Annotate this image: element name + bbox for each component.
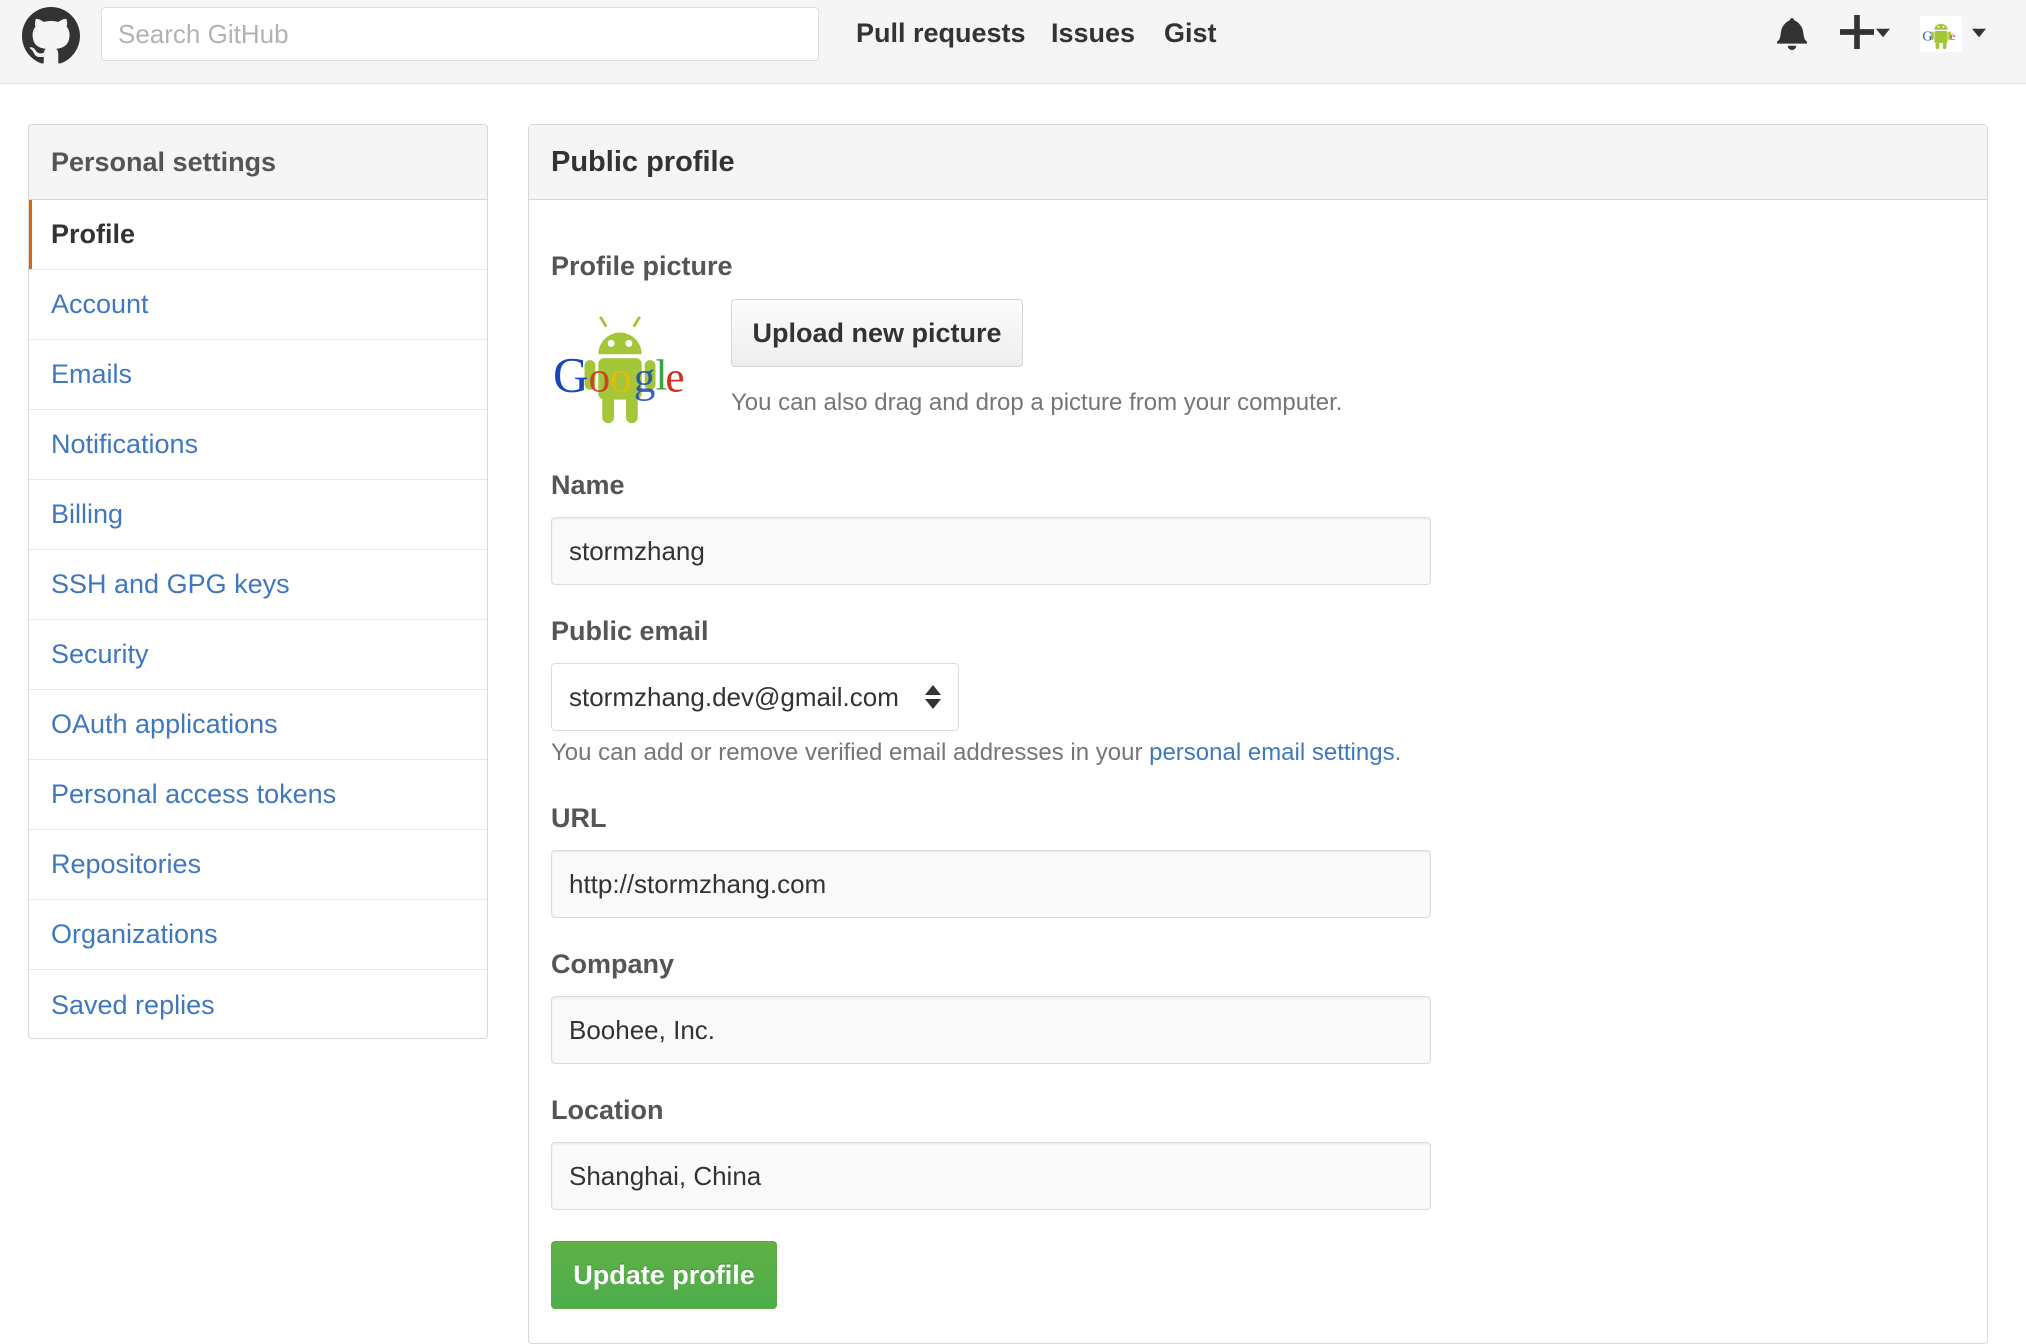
location-field[interactable] [551,1142,1431,1210]
company-label: Company [551,949,675,979]
select-arrows-icon [925,685,941,709]
sidebar-item-account[interactable]: Account [29,270,487,340]
plus-icon[interactable] [1840,14,1874,50]
drag-drop-note: You can also drag and drop a picture fro… [731,389,1343,416]
url-label: URL [551,803,607,833]
email-note-period: . [1394,739,1402,766]
search-input[interactable] [101,7,819,61]
upload-new-picture-button[interactable]: Upload new picture [731,299,1023,367]
sidebar-item-saved-replies[interactable]: Saved replies [29,970,487,1038]
avatar[interactable]: G e [1920,16,1962,52]
public-email-selected: stormzhang.dev@gmail.com [569,681,899,712]
sidebar-item-ssh-gpg-keys[interactable]: SSH and GPG keys [29,550,487,620]
profile-picture-label: Profile picture [551,251,733,281]
sidebar-item-security[interactable]: Security [29,620,487,690]
svg-text:G: G [553,348,589,403]
public-email-select[interactable]: stormzhang.dev@gmail.com [551,663,959,731]
svg-text:e: e [665,354,684,402]
caret-down-icon[interactable] [1972,28,1986,38]
nav-pull-requests[interactable]: Pull requests [856,16,1026,50]
sidebar-item-emails[interactable]: Emails [29,340,487,410]
sidebar-item-oauth-applications[interactable]: OAuth applications [29,690,487,760]
public-email-label: Public email [551,616,709,646]
settings-sidebar: Personal settings Profile Account Emails… [28,124,488,1039]
sidebar-item-billing[interactable]: Billing [29,480,487,550]
sidebar-item-organizations[interactable]: Organizations [29,900,487,970]
page-title: Public profile [529,125,1987,200]
sidebar-item-personal-access-tokens[interactable]: Personal access tokens [29,760,487,830]
caret-down-icon[interactable] [1876,28,1890,38]
svg-text:o: o [588,354,610,402]
personal-email-settings-link[interactable]: personal email settings [1149,739,1394,766]
public-profile-panel: Public profile Profile picture G o o g l… [528,124,1988,1344]
sidebar-item-notifications[interactable]: Notifications [29,410,487,480]
nav-issues[interactable]: Issues [1051,16,1135,50]
svg-text:o: o [610,354,632,402]
sidebar-item-profile[interactable]: Profile [29,200,487,270]
profile-picture: G o o g l e [553,316,685,424]
svg-text:g: g [634,354,656,402]
top-header: Pull requests Issues Gist G e [0,0,2026,84]
svg-text:e: e [1950,29,1955,43]
name-label: Name [551,470,625,500]
android-google-avatar-icon: G e [1922,23,1955,49]
name-field[interactable] [551,517,1431,585]
sidebar-item-repositories[interactable]: Repositories [29,830,487,900]
bell-icon[interactable] [1776,16,1808,50]
location-label: Location [551,1095,664,1125]
update-profile-button[interactable]: Update profile [551,1241,777,1309]
company-field[interactable] [551,996,1431,1064]
octocat-icon[interactable] [22,7,80,65]
url-field[interactable] [551,850,1431,918]
sidebar-title: Personal settings [29,125,487,200]
nav-gist[interactable]: Gist [1164,16,1217,50]
svg-text:G: G [1922,29,1932,44]
email-settings-note: You can add or remove verified email add… [551,739,1401,767]
email-note-text: You can add or remove verified email add… [551,739,1150,766]
